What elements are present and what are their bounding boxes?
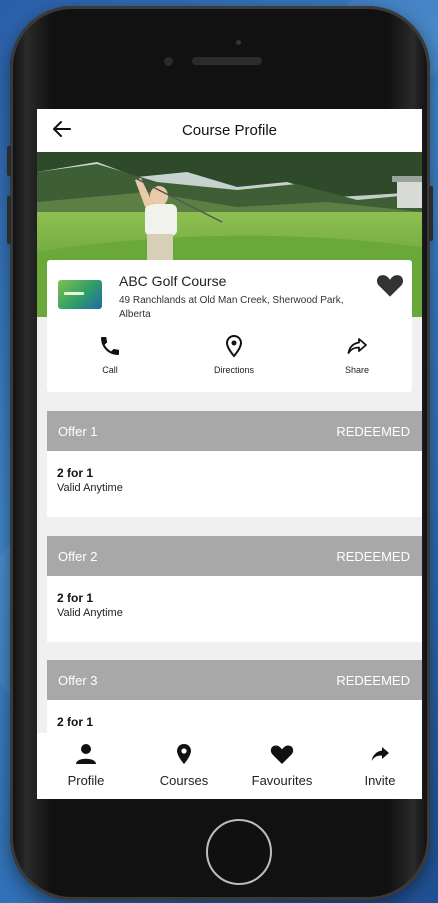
map-pin-icon [225, 334, 243, 358]
tab-label: Favourites [251, 773, 313, 788]
share-action[interactable]: Share [317, 334, 397, 375]
offer-name: Offer 3 [58, 673, 98, 688]
bottom-tab-bar: Profile Courses Favourites Invite [37, 733, 422, 799]
proximity-sensor [236, 40, 241, 45]
phone-icon [101, 337, 119, 355]
page-title: Course Profile [181, 122, 278, 139]
offer-name: Offer 2 [58, 549, 98, 564]
course-info-card: ABC Golf Course 49 Ranchlands at Old Man… [47, 260, 412, 392]
course-card-thumbnail [58, 280, 102, 309]
favourite-heart-icon[interactable] [376, 272, 404, 298]
offer-header[interactable]: Offer 1 REDEEMED [47, 411, 422, 451]
offer-details[interactable]: 2 for 1 Valid Anytime [47, 451, 422, 517]
share-icon [347, 338, 367, 354]
home-button[interactable] [206, 819, 272, 885]
call-action[interactable]: Call [70, 334, 150, 375]
course-address: 49 Ranchlands at Old Man Creek, Sherwood… [119, 295, 344, 320]
person-icon [76, 744, 96, 764]
directions-label: Directions [213, 365, 254, 375]
offer-validity: Valid Anytime [57, 482, 123, 494]
heart-icon [270, 745, 294, 764]
offer-status: REDEEMED [336, 673, 410, 688]
share-arrow-icon [371, 747, 389, 761]
directions-action[interactable]: Directions [194, 334, 274, 375]
tab-label: Invite [364, 773, 396, 788]
tab-label: Courses [159, 773, 209, 788]
navigation-bar: Course Profile [37, 109, 422, 152]
back-arrow-icon[interactable] [51, 118, 73, 140]
offer-status: REDEEMED [336, 424, 410, 439]
offer-details[interactable]: 2 for 1 Valid Anytime [47, 576, 422, 642]
app-screen: Course Profile ABC Golf Course 49 Ranchl… [37, 109, 422, 799]
earpiece-speaker [192, 57, 262, 65]
location-icon [177, 744, 191, 764]
share-label: Share [344, 365, 370, 375]
offer-deal: 2 for 1 [57, 591, 94, 605]
offer-header[interactable]: Offer 2 REDEEMED [47, 536, 422, 576]
power-button [429, 186, 433, 241]
offer-deal: 2 for 1 [57, 466, 94, 480]
tab-invite[interactable]: Invite [335, 743, 422, 788]
tab-profile[interactable]: Profile [41, 743, 131, 788]
course-name: ABC Golf Course [119, 273, 227, 289]
front-camera [164, 57, 173, 66]
volume-button [7, 146, 11, 176]
offer-name: Offer 1 [58, 424, 98, 439]
call-label: Call [102, 365, 118, 375]
offer-deal: 2 for 1 [57, 715, 94, 729]
volume-button [7, 196, 11, 244]
tab-favourites[interactable]: Favourites [237, 743, 327, 788]
offer-status: REDEEMED [336, 549, 410, 564]
offer-header[interactable]: Offer 3 REDEEMED [47, 660, 422, 700]
tab-label: Profile [67, 773, 105, 788]
tab-courses[interactable]: Courses [139, 743, 229, 788]
offer-validity: Valid Anytime [57, 607, 123, 619]
